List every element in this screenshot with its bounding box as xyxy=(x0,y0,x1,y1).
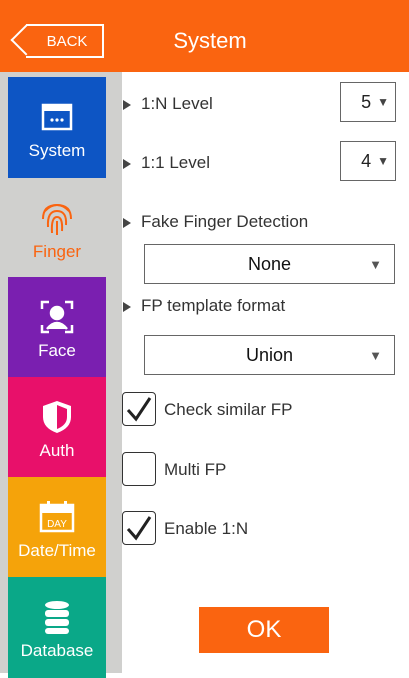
checkmark-icon xyxy=(126,516,152,541)
sidebar-item-label: Auth xyxy=(39,441,75,460)
sidebar-item-auth[interactable]: Auth xyxy=(8,377,106,478)
chevron-down-icon: ▼ xyxy=(377,154,389,168)
fingerprint-icon xyxy=(39,198,75,238)
system-icon xyxy=(39,97,75,137)
ok-button[interactable]: OK xyxy=(199,607,329,653)
sidebar-item-datetime[interactable]: DAY Date/Time xyxy=(8,477,106,578)
triangle-right-icon xyxy=(123,158,131,169)
sidebar-item-label: Date/Time xyxy=(18,541,96,560)
enable-1n-label: Enable 1:N xyxy=(164,519,249,538)
one-level-select[interactable]: 4 ▼ xyxy=(340,141,396,181)
face-icon xyxy=(39,297,75,337)
triangle-right-icon xyxy=(123,99,131,110)
sidebar-item-face[interactable]: Face xyxy=(8,277,106,378)
chevron-down-icon: ▼ xyxy=(369,347,382,363)
chevron-down-icon: ▼ xyxy=(369,256,382,272)
page-title: System xyxy=(173,28,247,53)
sidebar-item-finger[interactable]: Finger xyxy=(8,178,106,279)
fake-finger-select[interactable]: None ▼ xyxy=(144,244,395,284)
fp-template-label: FP template format xyxy=(123,296,285,316)
n-level-label: 1:N Level xyxy=(123,94,213,114)
shield-icon xyxy=(40,397,74,437)
sidebar-item-label: Face xyxy=(38,341,76,360)
one-level-label: 1:1 Level xyxy=(123,153,210,173)
sidebar-item-label: Finger xyxy=(32,242,82,261)
calendar-day-text: DAY xyxy=(47,519,67,530)
check-similar-checkbox[interactable] xyxy=(122,392,156,426)
n-level-select[interactable]: 5 ▼ xyxy=(340,82,396,122)
multi-fp-checkbox[interactable] xyxy=(122,452,156,486)
sidebar-item-system[interactable]: System xyxy=(8,77,106,178)
database-icon xyxy=(42,597,72,637)
triangle-right-icon xyxy=(123,217,131,228)
enable-1n-checkbox[interactable] xyxy=(122,511,156,545)
fp-template-select[interactable]: Union ▼ xyxy=(144,335,395,375)
triangle-right-icon xyxy=(123,301,131,312)
multi-fp-label: Multi FP xyxy=(164,460,227,479)
chevron-down-icon: ▼ xyxy=(377,95,389,109)
back-button[interactable]: BACK xyxy=(26,24,104,58)
sidebar: System Finger Face Auth DAY Date/Time Da… xyxy=(0,72,122,678)
checkmark-icon xyxy=(126,397,152,422)
sidebar-item-label: Database xyxy=(20,641,94,660)
calendar-icon: DAY xyxy=(37,497,77,537)
check-similar-label: Check similar FP xyxy=(164,400,293,419)
sidebar-item-database[interactable]: Database xyxy=(8,577,106,678)
sidebar-item-label: System xyxy=(28,141,86,160)
header-bar: BACK System xyxy=(0,0,409,72)
fake-finger-label: Fake Finger Detection xyxy=(123,212,308,232)
